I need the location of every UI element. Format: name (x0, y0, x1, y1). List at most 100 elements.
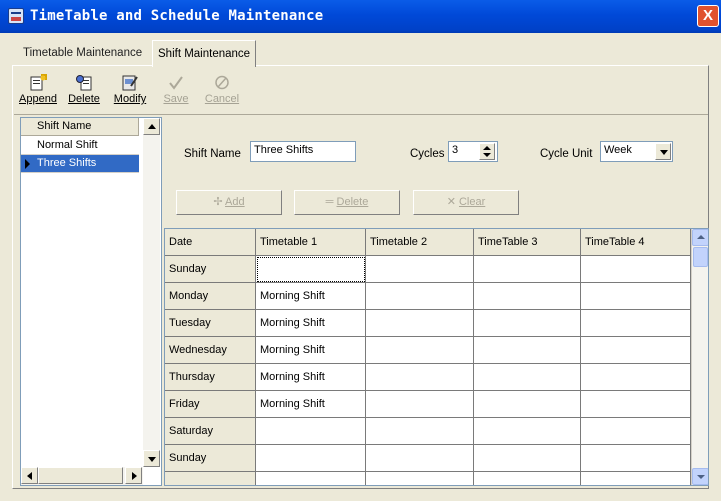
schedule-grid-vertical-scrollbar[interactable] (691, 229, 708, 485)
table-row-date: Tuesday (165, 310, 256, 337)
table-cell[interactable] (581, 364, 691, 391)
table-cell[interactable] (474, 472, 581, 485)
toolbar-divider (14, 114, 708, 115)
column-header-date: Date (165, 229, 256, 256)
scroll-down-icon[interactable] (692, 468, 708, 485)
minus-icon: ═ (325, 196, 334, 208)
table-row-date: Wednesday (165, 337, 256, 364)
scroll-thumb[interactable] (38, 467, 123, 484)
table-cell[interactable] (366, 256, 474, 283)
table-cell[interactable] (366, 364, 474, 391)
modify-icon (121, 74, 139, 91)
shift-list-item[interactable]: Normal Shift (21, 137, 139, 155)
shift-list-header: Shift Name (21, 118, 139, 136)
remove-button[interactable]: ═ Delete (294, 190, 400, 215)
table-cell[interactable] (581, 472, 691, 485)
table-cell[interactable]: Morning Shift (256, 391, 366, 418)
cancel-button[interactable]: Cancel (200, 68, 244, 112)
delete-icon (75, 74, 93, 91)
clear-icon: ✕ (446, 196, 456, 208)
cancel-icon (213, 74, 231, 91)
window-title: TimeTable and Schedule Maintenance (30, 8, 324, 24)
table-cell[interactable] (366, 337, 474, 364)
modify-button[interactable]: Modify (108, 68, 152, 112)
row-indicator-icon (21, 155, 33, 173)
column-header-timetable-1: Timetable 1 (256, 229, 366, 256)
table-cell[interactable] (256, 256, 366, 283)
add-button[interactable]: ✢ Add (176, 190, 282, 215)
scroll-up-icon[interactable] (143, 118, 160, 135)
checkmark-icon (167, 74, 185, 91)
column-header-timetable-2: Timetable 2 (366, 229, 474, 256)
shift-list-vertical-scrollbar[interactable] (143, 118, 160, 467)
schedule-grid[interactable]: Date Timetable 1 Timetable 2 TimeTable 3… (164, 228, 709, 486)
save-button[interactable]: Save (154, 68, 198, 112)
shift-name-label: Shift Name (184, 148, 241, 160)
cycles-value: 3 (452, 144, 459, 156)
delete-button[interactable]: Delete (62, 68, 106, 112)
toolbar: Append Delete Modify Save Cancel (14, 68, 708, 112)
append-button[interactable]: Append (16, 68, 60, 112)
table-cell[interactable] (581, 445, 691, 472)
cycles-label: Cycles (410, 148, 445, 160)
app-icon (8, 8, 24, 24)
cycles-stepper[interactable]: 3 (448, 141, 498, 162)
table-row-date: Thursday (165, 364, 256, 391)
table-row-date: Sunday (165, 256, 256, 283)
chevron-down-icon[interactable] (655, 143, 671, 160)
table-cell[interactable]: Morning Shift (256, 283, 366, 310)
table-cell[interactable] (256, 472, 366, 485)
table-cell[interactable] (474, 391, 581, 418)
table-cell[interactable] (366, 283, 474, 310)
table-row-date: Monday (165, 283, 256, 310)
tab-shift-maintenance[interactable]: Shift Maintenance (152, 40, 257, 67)
append-icon (29, 74, 47, 91)
table-cell[interactable] (474, 418, 581, 445)
table-cell[interactable]: Morning Shift (256, 337, 366, 364)
shift-list-item[interactable]: Three Shifts (21, 155, 139, 173)
shift-list[interactable]: Shift Name Normal Shift Three Shifts (20, 117, 162, 486)
table-row-date: Friday (165, 391, 256, 418)
table-cell[interactable] (581, 337, 691, 364)
table-row-date (165, 472, 256, 485)
title-bar: TimeTable and Schedule Maintenance X (0, 0, 721, 33)
table-cell[interactable] (474, 283, 581, 310)
table-cell[interactable] (366, 472, 474, 485)
table-cell[interactable]: Morning Shift (256, 364, 366, 391)
column-header-timetable-4: TimeTable 4 (581, 229, 691, 256)
table-cell[interactable] (581, 256, 691, 283)
table-cell[interactable] (581, 310, 691, 337)
table-cell[interactable] (474, 310, 581, 337)
tab-timetable-maintenance[interactable]: Timetable Maintenance (18, 42, 147, 65)
table-cell[interactable] (581, 418, 691, 445)
table-cell[interactable] (474, 364, 581, 391)
table-row-date: Sunday (165, 445, 256, 472)
clear-button[interactable]: ✕ Clear (413, 190, 519, 215)
shift-detail-panel: Shift Name Three Shifts Cycles 3 Cycle U… (164, 117, 709, 486)
table-cell[interactable]: Morning Shift (256, 310, 366, 337)
table-cell[interactable] (474, 337, 581, 364)
column-header-timetable-3: TimeTable 3 (474, 229, 581, 256)
table-cell[interactable] (366, 310, 474, 337)
scroll-thumb[interactable] (693, 247, 708, 267)
table-cell[interactable] (581, 391, 691, 418)
table-row-date: Saturday (165, 418, 256, 445)
scroll-left-icon[interactable] (21, 467, 38, 484)
close-button[interactable]: X (697, 5, 719, 27)
stepper-arrows-icon[interactable] (479, 143, 495, 160)
table-cell[interactable] (256, 418, 366, 445)
table-cell[interactable] (366, 391, 474, 418)
scroll-down-icon[interactable] (143, 450, 160, 467)
shift-list-horizontal-scrollbar[interactable] (21, 467, 143, 485)
table-cell[interactable] (366, 445, 474, 472)
shift-name-input[interactable]: Three Shifts (250, 141, 356, 162)
cycle-unit-label: Cycle Unit (540, 148, 593, 160)
table-cell[interactable] (256, 445, 366, 472)
table-cell[interactable] (474, 445, 581, 472)
table-cell[interactable] (366, 418, 474, 445)
plus-icon: ✢ (213, 196, 223, 208)
table-cell[interactable] (581, 283, 691, 310)
scroll-up-icon[interactable] (692, 229, 708, 246)
scroll-right-icon[interactable] (125, 467, 142, 484)
table-cell[interactable] (474, 256, 581, 283)
